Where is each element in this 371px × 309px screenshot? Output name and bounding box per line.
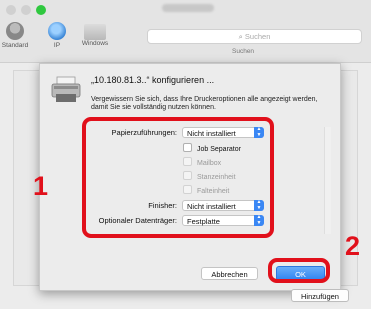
windows-printer-icon — [84, 24, 106, 40]
cancel-button[interactable]: Abbrechen — [201, 267, 258, 280]
search-input[interactable]: ⌕ Suchen — [147, 29, 362, 44]
annotation-step-1: 1 — [33, 171, 49, 201]
close-window-button[interactable] — [6, 5, 16, 15]
tab-windows-label: Windows — [81, 40, 109, 47]
printer-icon — [51, 76, 81, 102]
dialog-title: „10.180.81.3..“ konfigurieren ... — [91, 75, 215, 85]
tab-standard[interactable]: Standard — [0, 22, 30, 49]
add-button[interactable]: Hinzufügen — [291, 289, 349, 302]
search-placeholder: Suchen — [244, 32, 271, 41]
tab-ip-label: IP — [53, 42, 61, 49]
tab-ip[interactable]: IP — [44, 22, 70, 49]
annotation-step-2: 2 — [345, 231, 361, 261]
annotation-box-ok — [268, 258, 330, 283]
printer-add-window: Standard IP Windows ⌕ Suchen Suchen „10.… — [0, 0, 371, 309]
tab-standard-label: Standard — [1, 42, 29, 49]
minimize-window-button[interactable] — [21, 5, 31, 15]
standard-printer-icon — [6, 22, 24, 40]
window-title-blurred — [162, 4, 214, 12]
annotation-box-options — [82, 117, 274, 238]
search-caption: Suchen — [232, 48, 255, 55]
ip-globe-icon — [48, 22, 66, 40]
options-scrollbar[interactable] — [324, 127, 331, 234]
dialog-description: Vergewissern Sie sich, dass Ihre Drucker… — [91, 96, 318, 112]
tab-windows[interactable]: Windows — [75, 22, 115, 47]
zoom-window-button[interactable] — [36, 5, 46, 15]
toolbar: Standard IP Windows ⌕ Suchen Suchen — [0, 0, 371, 63]
